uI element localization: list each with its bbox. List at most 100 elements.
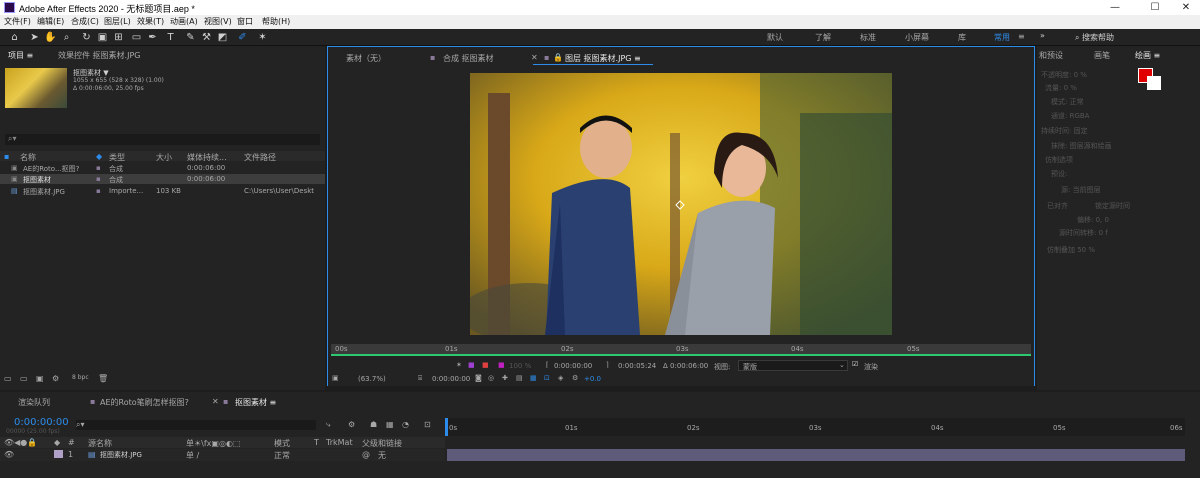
layer-name[interactable]: 抠图素材.JPG: [100, 450, 142, 460]
tab-effects-presets[interactable]: 和预设: [1039, 50, 1063, 61]
menu-file[interactable]: 文件(F): [4, 16, 31, 27]
rotate-tool-icon[interactable]: ↻: [80, 31, 93, 44]
col-name[interactable]: 名称: [20, 152, 36, 163]
hand-tool-icon[interactable]: ✋: [44, 31, 57, 44]
workspace-small-screen[interactable]: 小屏幕: [905, 32, 929, 43]
col-type[interactable]: 类型: [109, 152, 125, 163]
switches-icon[interactable]: 单 /: [186, 450, 199, 461]
maximize-button[interactable]: ☐: [1145, 1, 1165, 14]
snapshot-icon[interactable]: ◙: [475, 374, 482, 382]
tab-paint[interactable]: 绘画 ≡: [1135, 50, 1160, 61]
tab-roto-comp[interactable]: AE的Roto笔刷怎样抠图?: [100, 397, 189, 408]
menu-edit[interactable]: 编辑(E): [37, 16, 64, 27]
zoom-tool-icon[interactable]: ⌕: [60, 31, 73, 44]
shy-icon[interactable]: ☗: [370, 420, 377, 429]
eraser-tool-icon[interactable]: ◩: [216, 31, 229, 44]
zoom-level[interactable]: (63.7%): [358, 375, 386, 383]
menu-view[interactable]: 视图(V): [204, 16, 232, 27]
workspace-menu-icon[interactable]: ≡: [1018, 32, 1025, 41]
target-icon[interactable]: ⊡: [544, 374, 550, 382]
region-of-interest-icon[interactable]: ▣: [332, 374, 339, 382]
in-point-icon[interactable]: ⌈: [546, 361, 549, 369]
out-time[interactable]: 0:00:05:24: [618, 362, 656, 370]
eye-icon[interactable]: 👁: [4, 450, 14, 459]
selection-tool-icon[interactable]: ➤: [28, 31, 41, 44]
tab-brushes[interactable]: 画笔: [1094, 50, 1110, 61]
project-search-input[interactable]: ⌕▾: [5, 134, 320, 145]
pan-behind-tool-icon[interactable]: ⊞: [112, 31, 125, 44]
out-point-icon[interactable]: ⌉: [606, 361, 609, 369]
col-t[interactable]: T: [314, 438, 319, 447]
close-tab-icon[interactable]: ✕: [212, 397, 219, 406]
motion-blur-icon[interactable]: ◔: [402, 420, 409, 429]
list-item[interactable]: ▣ AE的Roto...抠图? ▪ 合成 0:00:06:00: [0, 163, 325, 173]
layer-time-ruler[interactable]: 00s 01s 02s 03s 04s 05s: [331, 344, 1031, 356]
show-snapshot-icon[interactable]: ◎: [488, 374, 494, 382]
minimize-button[interactable]: —: [1105, 1, 1125, 14]
menu-layer[interactable]: 图层(L): [104, 16, 131, 27]
color-swatch-icon[interactable]: ■: [498, 361, 505, 369]
roto-brush-tool-icon[interactable]: ✐: [236, 31, 249, 44]
mask-icon[interactable]: ✶: [456, 361, 462, 369]
lock-icon[interactable]: 🔒: [553, 53, 563, 62]
tab-project[interactable]: 项目 ≡: [8, 50, 33, 61]
close-button[interactable]: ✕: [1176, 1, 1196, 14]
menu-effect[interactable]: 效果(T): [137, 16, 164, 27]
view-select[interactable]: 蒙版 ⌄: [738, 360, 848, 371]
rectangle-tool-icon[interactable]: ▭: [130, 31, 143, 44]
brush-tool-icon[interactable]: ✎: [184, 31, 197, 44]
label-sort-icon[interactable]: ◆: [96, 152, 102, 161]
list-item[interactable]: ▤ 抠图素材.JPG ▪ Importe... 103 KB C:\Users\…: [0, 186, 325, 196]
col-trkmat[interactable]: TrkMat: [326, 438, 353, 447]
col-parent[interactable]: 父级和链接: [362, 438, 402, 449]
menu-window[interactable]: 窗口: [237, 16, 253, 27]
render-checkbox[interactable]: ☑: [852, 360, 858, 368]
delete-icon[interactable]: 🗑: [98, 374, 108, 383]
col-path[interactable]: 文件路径: [244, 152, 276, 163]
viewer-time[interactable]: 0:00:00:00: [432, 375, 470, 383]
workspace-learn[interactable]: 了解: [815, 32, 831, 43]
layer-parent[interactable]: 无: [378, 450, 386, 461]
timeline-ruler[interactable]: 0s 01s 02s 03s 04s 05s 06s: [445, 418, 1185, 436]
timeline-timecode[interactable]: 0:00:00:00: [14, 417, 69, 428]
exposure-offset[interactable]: +0.0: [584, 375, 601, 383]
tab-composition[interactable]: 合成 抠图素材: [443, 53, 494, 64]
current-time[interactable]: 0:00:00:00: [554, 362, 592, 370]
label-color-icon[interactable]: [54, 450, 63, 458]
tab-effect-controls[interactable]: 效果控件 抠图素材.JPG: [58, 50, 140, 61]
tab-timeline-comp[interactable]: 抠图素材 ≡: [235, 397, 276, 408]
channel-icon[interactable]: ✚: [502, 374, 508, 382]
background-color-swatch[interactable]: [1147, 76, 1161, 90]
layer-mode[interactable]: 正常: [274, 450, 290, 461]
timeline-search-input[interactable]: ⌕▾: [76, 420, 316, 430]
transparency-grid-icon[interactable]: ▦: [530, 374, 537, 382]
menu-animation[interactable]: 动画(A): [170, 16, 198, 27]
grid-icon[interactable]: ▤: [516, 374, 523, 382]
layer-viewer-image[interactable]: [470, 73, 892, 335]
home-icon[interactable]: ⌂: [8, 31, 21, 44]
new-folder-icon[interactable]: ▭: [20, 374, 28, 383]
tab-render-queue[interactable]: 渲染队列: [18, 397, 50, 408]
bpc-label[interactable]: 8 bpc: [72, 374, 89, 381]
frame-blending-icon[interactable]: ▦: [386, 420, 394, 429]
comp-mini-flowchart-icon[interactable]: ⤷: [326, 420, 330, 430]
graph-editor-icon[interactable]: ⊡: [424, 420, 431, 429]
settings-icon[interactable]: ⚙: [572, 374, 578, 382]
workspace-library[interactable]: 库: [958, 32, 966, 43]
search-help-field[interactable]: ⌕ 搜索帮助: [1075, 32, 1195, 43]
col-size[interactable]: 大小: [156, 152, 172, 163]
settings-icon[interactable]: ⚙: [52, 374, 59, 383]
tab-layer[interactable]: 图层 抠图素材.JPG ≡: [565, 53, 641, 64]
fit-icon[interactable]: ⌸: [418, 374, 422, 383]
red-channel-icon[interactable]: ■: [482, 361, 489, 369]
draft-3d-icon[interactable]: ⚙: [348, 420, 355, 429]
camera-tool-icon[interactable]: ▣: [96, 31, 109, 44]
workspace-default[interactable]: 默认: [767, 32, 783, 43]
playhead[interactable]: [445, 418, 448, 436]
col-source-name[interactable]: 源名称: [88, 438, 112, 449]
overflow-chevron-icon[interactable]: »: [1040, 31, 1045, 40]
close-tab-icon[interactable]: ✕: [531, 53, 538, 62]
pick-whip-icon[interactable]: @: [362, 450, 370, 459]
alpha-icon[interactable]: ■: [468, 361, 475, 369]
tab-footage[interactable]: 素材（无）: [346, 53, 386, 64]
